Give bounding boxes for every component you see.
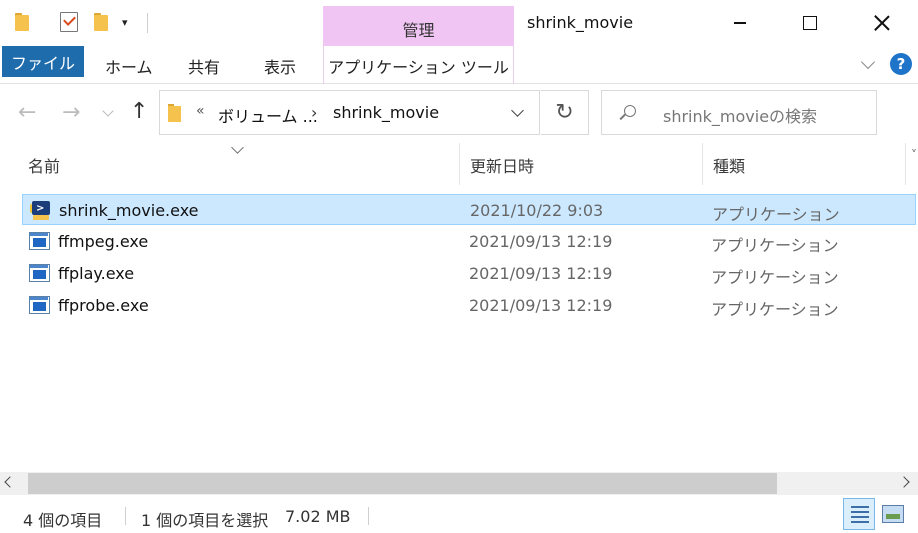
- column-header-more[interactable]: ˅: [911, 148, 917, 162]
- tab-file[interactable]: ファイル: [2, 46, 84, 77]
- file-type: アプリケーション: [712, 205, 840, 224]
- file-name: shrink_movie.exe: [59, 201, 199, 220]
- ribbon-tabs: ファイル ホーム 共有 表示 アプリケーション ツール ?: [0, 46, 918, 84]
- exe-window-icon: [29, 231, 51, 251]
- scroll-left-icon[interactable]: [4, 476, 16, 488]
- customize-quick-access-dropdown-icon[interactable]: ▾: [122, 17, 128, 29]
- column-header-name[interactable]: 名前: [28, 153, 60, 177]
- scrollbar-thumb[interactable]: [28, 473, 777, 494]
- title-bar: ▾ 管理 shrink_movie: [0, 0, 918, 46]
- column-divider[interactable]: [459, 143, 460, 185]
- file-type: アプリケーション: [711, 268, 839, 287]
- tab-share[interactable]: 共有: [188, 54, 220, 78]
- scroll-right-icon[interactable]: [898, 476, 910, 488]
- tab-view[interactable]: 表示: [264, 54, 296, 78]
- column-divider[interactable]: [702, 143, 703, 185]
- table-row[interactable]: ffprobe.exe 2021/09/13 12:19 アプリケーション: [22, 290, 916, 321]
- status-divider: [368, 507, 369, 525]
- recent-locations-chevron-icon[interactable]: [102, 105, 114, 117]
- column-header-date[interactable]: 更新日時: [470, 153, 534, 177]
- close-button[interactable]: [848, 0, 916, 46]
- contextual-tab-group-manage: 管理: [323, 6, 514, 46]
- file-date: 2021/09/13 12:19: [469, 264, 613, 283]
- contextual-group-label: 管理: [402, 21, 435, 40]
- navigation-bar: ← → ↑ « ボリューム ... › shrink_movie ↻ shrin…: [0, 84, 918, 142]
- file-type: アプリケーション: [711, 236, 839, 255]
- file-name: ffmpeg.exe: [58, 232, 149, 251]
- breadcrumb-separator-icon[interactable]: ›: [311, 103, 317, 122]
- up-arrow-icon[interactable]: ↑: [130, 101, 148, 123]
- status-divider: [125, 507, 126, 525]
- breadcrumb-shrink-movie[interactable]: shrink_movie: [333, 103, 439, 122]
- status-selected-count: 1 個の項目を選択: [141, 511, 269, 530]
- column-divider[interactable]: [905, 143, 906, 185]
- breadcrumb-volume[interactable]: ボリューム ...: [218, 103, 318, 127]
- maximize-button[interactable]: [776, 0, 844, 46]
- breadcrumb-overflow[interactable]: «: [196, 103, 205, 119]
- forward-arrow-icon[interactable]: →: [62, 102, 80, 124]
- file-date: 2021/09/13 12:19: [469, 296, 613, 315]
- refresh-button[interactable]: ↻: [541, 90, 589, 135]
- minimize-icon: [734, 22, 746, 24]
- status-selected-size: 7.02 MB: [285, 507, 351, 526]
- close-icon: [874, 15, 890, 31]
- file-date: 2021/09/13 12:19: [469, 232, 613, 251]
- window-title: shrink_movie: [527, 13, 634, 32]
- toolbar-divider: [147, 13, 148, 33]
- status-item-count: 4 個の項目: [23, 511, 103, 530]
- address-bar[interactable]: « ボリューム ... › shrink_movie: [159, 90, 540, 135]
- large-icons-view-icon[interactable]: [882, 505, 904, 523]
- status-bar: 4 個の項目 1 個の項目を選択 7.02 MB: [0, 495, 918, 533]
- folder-icon: [168, 104, 181, 122]
- column-header-type[interactable]: 種類: [713, 153, 745, 177]
- file-name: ffplay.exe: [58, 264, 135, 283]
- refresh-icon: ↻: [555, 100, 574, 125]
- horizontal-scrollbar[interactable]: [0, 472, 918, 495]
- table-row[interactable]: ffmpeg.exe 2021/09/13 12:19 アプリケーション: [22, 226, 916, 257]
- file-date: 2021/10/22 9:03: [470, 201, 604, 220]
- minimize-button[interactable]: [706, 0, 774, 46]
- folder-icon: [15, 13, 29, 31]
- help-icon[interactable]: ?: [890, 53, 912, 75]
- exe-window-icon: [29, 295, 51, 315]
- search-input[interactable]: shrink_movieの検索: [601, 90, 877, 135]
- back-arrow-icon[interactable]: ←: [18, 102, 36, 124]
- details-view-icon[interactable]: [843, 498, 875, 530]
- table-row[interactable]: > shrink_movie.exe 2021/10/22 9:03 アプリケー…: [22, 194, 916, 225]
- tab-application-tools[interactable]: アプリケーション ツール: [323, 46, 514, 84]
- expand-ribbon-chevron-icon[interactable]: [860, 56, 876, 72]
- exe-window-icon: [29, 263, 51, 283]
- new-folder-icon[interactable]: [94, 13, 108, 31]
- properties-icon[interactable]: [60, 12, 78, 32]
- search-icon: [624, 105, 636, 117]
- address-history-chevron-icon[interactable]: [511, 104, 524, 117]
- tab-home[interactable]: ホーム: [105, 54, 153, 78]
- file-name: ffprobe.exe: [58, 296, 149, 315]
- file-type: アプリケーション: [711, 300, 839, 319]
- app-console-icon: >: [30, 200, 52, 220]
- maximize-icon: [803, 16, 817, 30]
- search-placeholder: shrink_movieの検索: [663, 107, 818, 126]
- column-headers: 名前 更新日時 種類 ˅: [0, 143, 918, 185]
- table-row[interactable]: ffplay.exe 2021/09/13 12:19 アプリケーション: [22, 258, 916, 289]
